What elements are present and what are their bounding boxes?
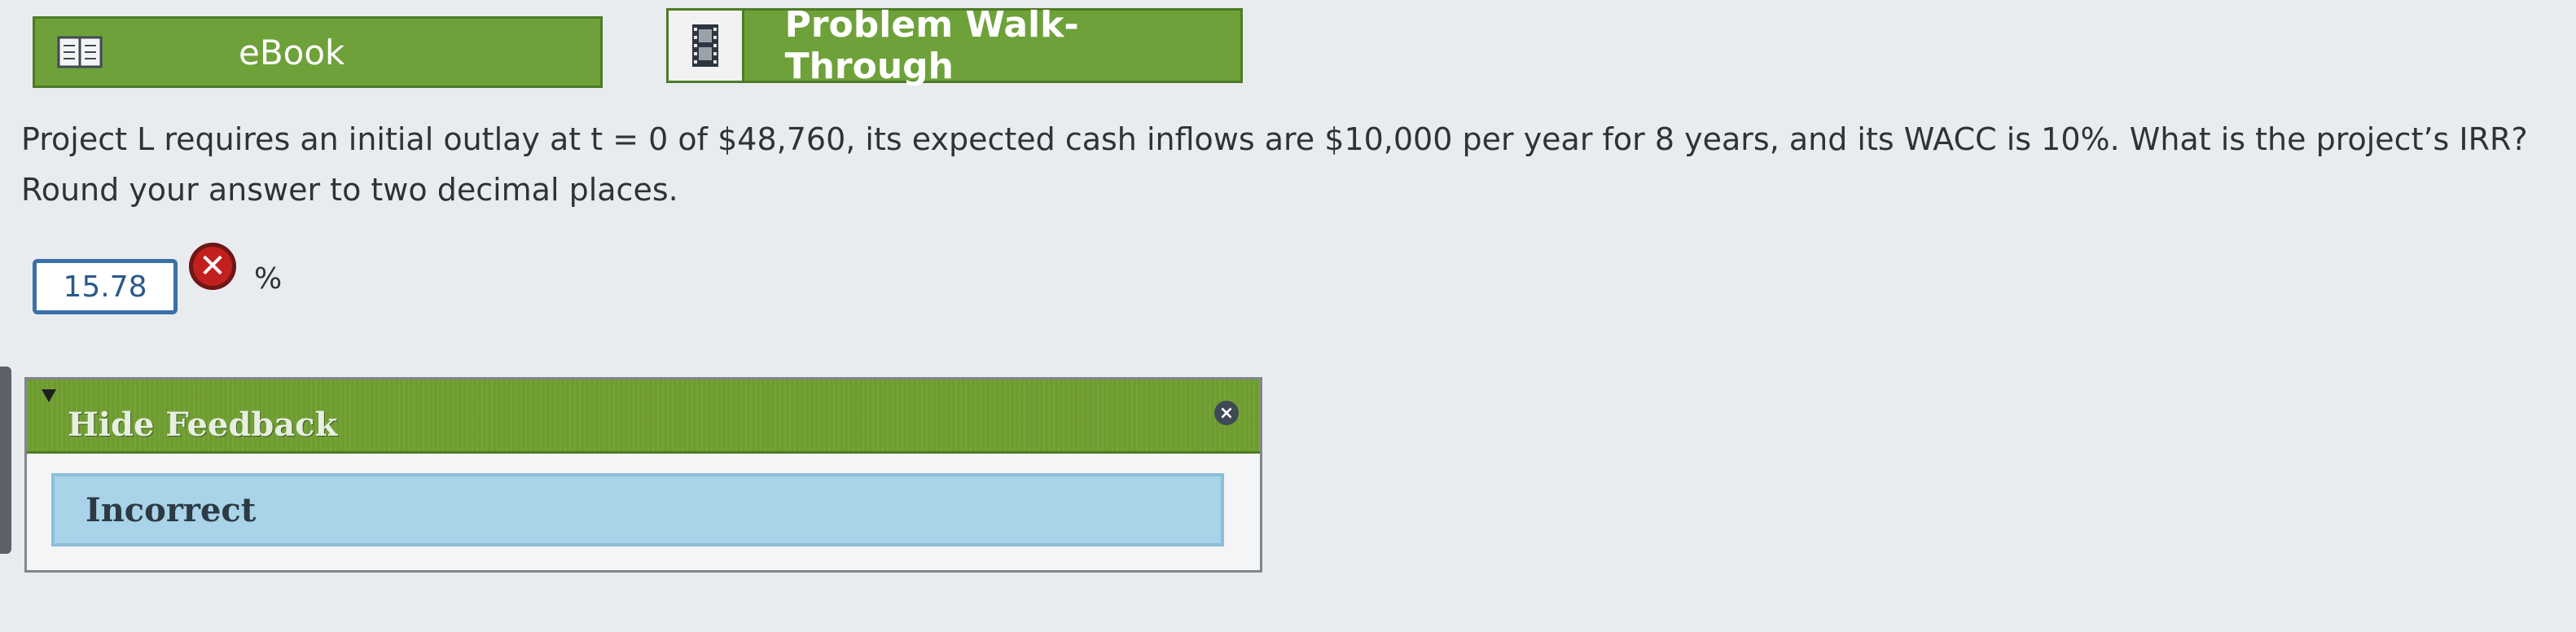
feedback-message-box: Incorrect — [51, 473, 1224, 546]
feedback-message: Incorrect — [86, 490, 257, 529]
feedback-panel: Hide Feedback × Incorrect — [24, 377, 1262, 573]
question-text: Project L requires an initial outlay at … — [21, 114, 2562, 215]
problem-walkthrough-button[interactable]: Problem Walk-Through — [666, 4, 1243, 87]
incorrect-x-icon: ✕ — [189, 243, 236, 290]
feedback-header[interactable]: Hide Feedback × — [27, 380, 1260, 454]
collapse-caret-icon[interactable] — [42, 389, 56, 402]
ebook-label: eBook — [239, 32, 345, 72]
answer-value: 15.78 — [63, 270, 147, 304]
hide-feedback-toggle[interactable]: Hide Feedback — [68, 406, 337, 444]
ebook-button[interactable]: eBook — [33, 16, 603, 88]
answer-input[interactable]: 15.78 — [33, 259, 178, 314]
close-icon[interactable]: × — [1214, 401, 1239, 425]
answer-unit: % — [254, 262, 283, 296]
question-line-2: Round your answer to two decimal places. — [21, 172, 678, 208]
scrollbar-edge[interactable] — [0, 366, 11, 554]
film-icon — [669, 11, 744, 81]
problem-walkthrough-label: Problem Walk-Through — [784, 4, 1079, 87]
book-icon — [35, 19, 125, 86]
question-line-1: Project L requires an initial outlay at … — [21, 121, 2528, 157]
